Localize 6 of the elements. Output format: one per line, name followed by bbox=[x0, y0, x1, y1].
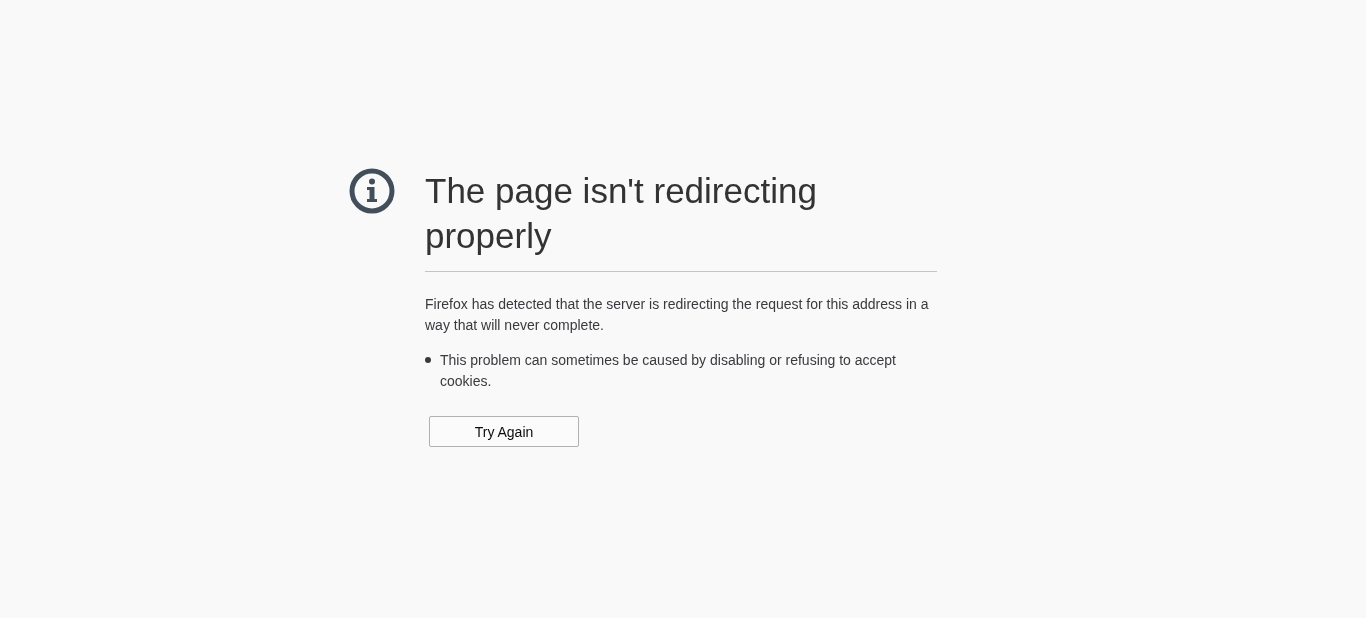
bullet-dot bbox=[425, 357, 431, 363]
info-icon bbox=[349, 168, 395, 214]
page-title: The page isn't redirecting properly bbox=[425, 168, 937, 272]
try-again-button[interactable]: Try Again bbox=[429, 416, 579, 447]
bullet-text: This problem can sometimes be caused by disabling or refusing to accept cookies. bbox=[440, 351, 897, 391]
error-description: Firefox has detected that the server is redirecting the request for this address in a way that will never complete. bbox=[425, 295, 930, 335]
